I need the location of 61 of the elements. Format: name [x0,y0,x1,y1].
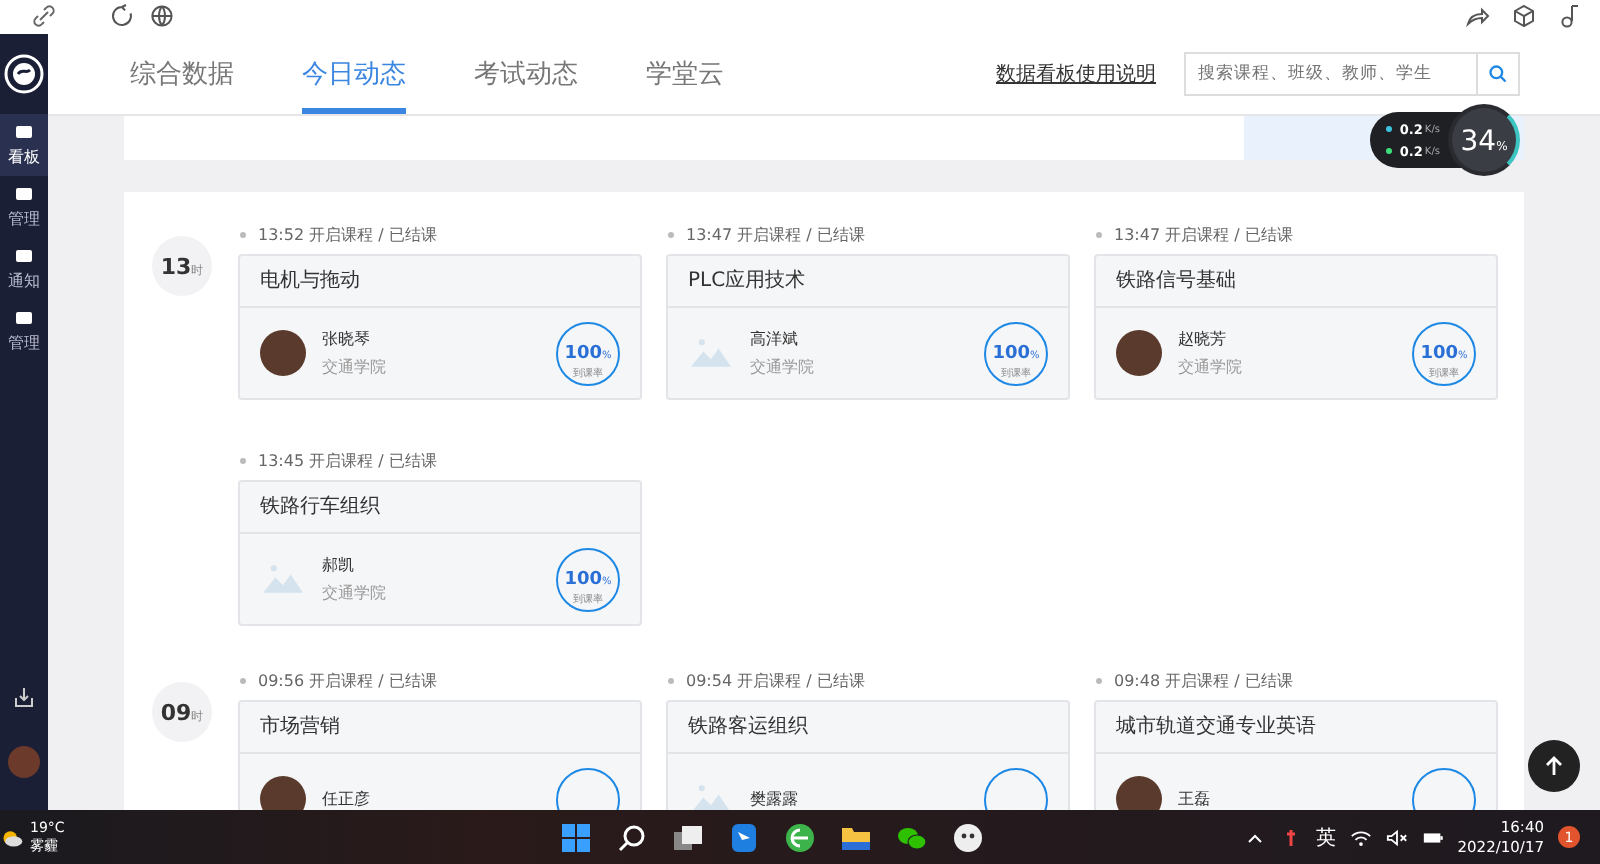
course-card[interactable]: 城市轨道交通专业英语 王磊 [1094,700,1498,810]
task-view-icon[interactable] [672,821,704,853]
tab[interactable]: 学堂云 [646,34,724,114]
session-status: 13:45 开启课程 / 已结课 [258,449,437,471]
session-status: 09:54 开启课程 / 已结课 [686,669,865,691]
muted-speaker-icon[interactable] [1385,827,1408,847]
app-icon[interactable] [728,821,760,853]
teacher-name: 樊露露 [750,788,800,810]
teacher-name: 任正彦 [322,788,372,810]
teacher-name: 郝凯 [322,554,356,576]
course-title: 电机与拖动 [240,256,640,308]
tab[interactable]: 综合数据 [130,34,234,114]
search-icon[interactable] [616,821,648,853]
sidebar-item[interactable]: 管理 [0,176,48,238]
download-icon[interactable] [12,686,36,710]
course-card[interactable]: 铁路客运组织 樊露露 [666,700,1070,810]
course-title: 铁路客运组织 [668,702,1068,754]
session-status: 09:56 开启课程 / 已结课 [258,669,437,691]
share-icon[interactable] [1466,4,1490,28]
course-title: PLC应用技术 [668,256,1068,308]
teacher-name: 张晓琴 [322,328,372,350]
weather-icon[interactable] [0,825,24,849]
browser-icon[interactable] [784,821,816,853]
session-status: 13:47 开启课程 / 已结课 [686,223,865,245]
sidebar-item[interactable]: 管理 [0,300,48,362]
menu-item-icon [14,308,34,328]
app-icon[interactable] [952,821,984,853]
teacher-name: 赵晓芳 [1178,328,1228,350]
sidebar-item[interactable]: 看板 [0,114,48,176]
menu-item-icon [14,184,34,204]
help-link[interactable]: 数据看板使用说明 [996,60,1156,88]
search-field[interactable]: 搜索课程、班级、教师、学生 [1184,52,1476,96]
teacher-name: 高洋斌 [750,328,800,350]
start-icon[interactable] [560,821,592,853]
department: 交通学院 [1178,356,1244,378]
course-card[interactable]: 市场营销 任正彦 [238,700,642,810]
session-status: 13:52 开启课程 / 已结课 [258,223,437,245]
wifi-icon[interactable] [1349,827,1372,847]
input-language[interactable]: 英 [1315,823,1336,851]
link-icon[interactable] [32,4,56,28]
course-title: 市场营销 [240,702,640,754]
department: 交通学院 [750,356,816,378]
battery-icon[interactable] [1421,827,1444,847]
menu-item-icon [14,246,34,266]
session-status: 09:48 开启课程 / 已结课 [1114,669,1293,691]
reload-icon[interactable] [110,4,134,28]
teacher-name: 王磊 [1178,788,1212,810]
arrow-up-icon [1542,754,1566,778]
globe-icon[interactable] [150,4,174,28]
note-icon[interactable] [1556,4,1580,28]
cube-icon[interactable] [1512,4,1536,28]
tab[interactable]: 考试动态 [474,34,578,114]
course-title: 铁路行车组织 [240,482,640,534]
menu-item-icon [14,122,34,142]
department: 交通学院 [322,582,388,604]
course-title: 城市轨道交通专业英语 [1096,702,1496,754]
session-status: 13:47 开启课程 / 已结课 [1114,223,1293,245]
sidebar-item[interactable]: 通知 [0,238,48,300]
scroll-to-top-button[interactable] [1528,740,1580,792]
department: 交通学院 [322,356,388,378]
course-title: 铁路信号基础 [1096,256,1496,308]
